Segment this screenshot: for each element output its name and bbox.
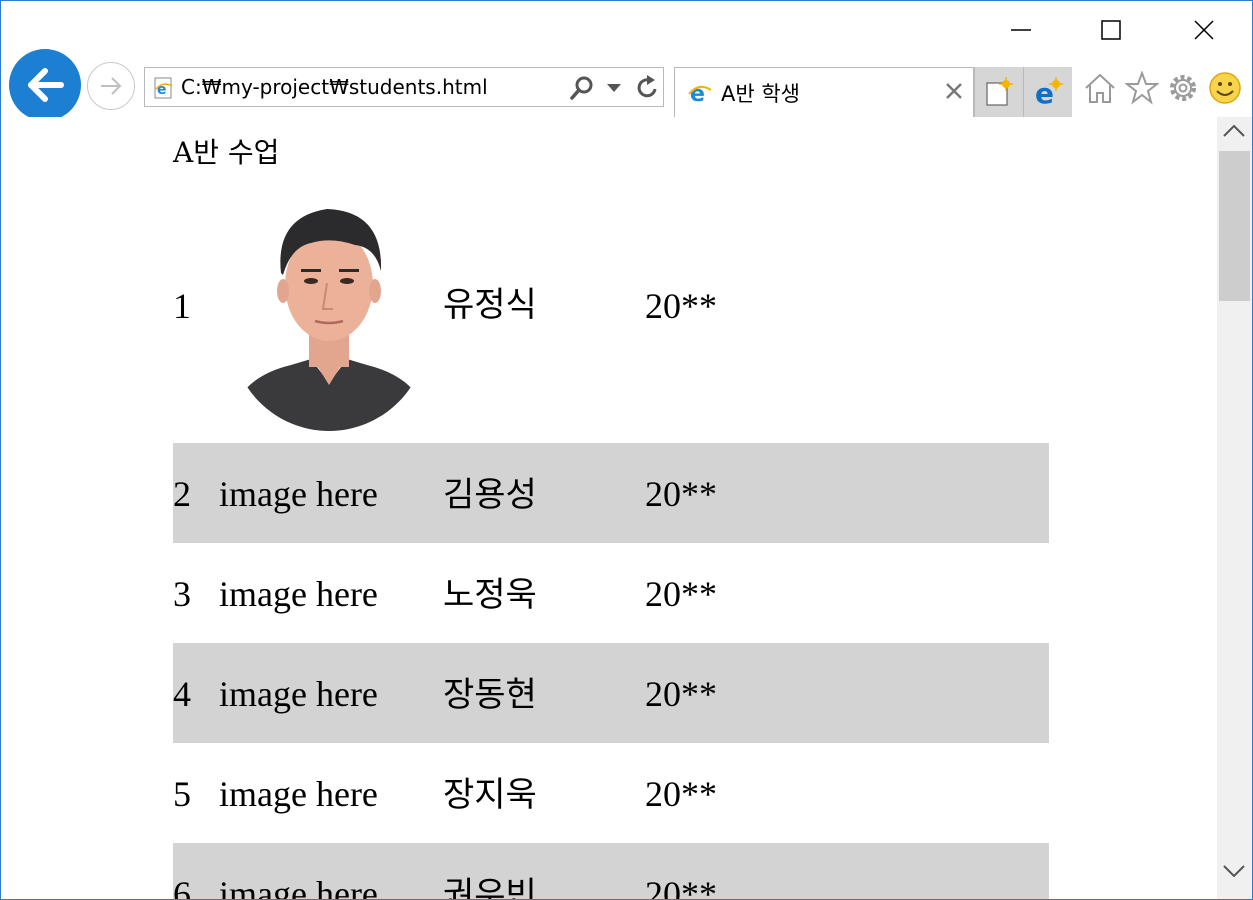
student-number: 2 — [173, 474, 191, 514]
search-icon[interactable] — [569, 75, 595, 101]
student-name: 장지욱 — [443, 775, 537, 815]
student-number: 3 — [173, 574, 191, 614]
back-button[interactable] — [9, 49, 81, 121]
address-bar[interactable]: e C:₩my-project₩students.html — [144, 67, 664, 107]
student-name: 권우빈 — [443, 875, 537, 899]
student-year: 20** — [645, 474, 717, 514]
image-placeholder: image here — [219, 474, 378, 514]
student-year: 20** — [645, 574, 717, 614]
table-row: 5 image here 장지욱 20** — [173, 743, 1049, 843]
tab-title: A반 학생 — [721, 82, 801, 106]
ie-page-icon: e — [154, 77, 173, 99]
student-name: 장동현 — [443, 675, 537, 715]
tab-students[interactable]: e A반 학생 — [674, 67, 974, 117]
new-tab-icon — [986, 77, 1013, 106]
address-input[interactable]: C:₩my-project₩students.html — [181, 75, 488, 99]
table-row: 3 image here 노정욱 20** — [173, 543, 1049, 643]
new-tab-button[interactable] — [974, 67, 1023, 117]
student-name: 김용성 — [443, 475, 537, 515]
forward-arrow-icon — [101, 77, 122, 95]
home-icon[interactable] — [1083, 71, 1117, 105]
student-photo — [231, 209, 427, 431]
open-edge-button[interactable]: e — [1023, 67, 1072, 117]
image-placeholder: image here — [219, 674, 378, 714]
student-name: 유정식 — [443, 285, 537, 325]
student-year: 20** — [645, 286, 717, 326]
student-number: 6 — [173, 874, 191, 899]
back-arrow-icon — [28, 68, 64, 102]
minimize-icon — [1011, 29, 1031, 31]
student-number: 4 — [173, 674, 191, 714]
minimize-button[interactable] — [975, 1, 1067, 59]
close-icon — [1194, 20, 1214, 40]
page-content: A반 수업 1 유정식 20** 2 image here 김용성 20** 3… — [1, 117, 1217, 899]
table-row: 4 image here 장동현 20** — [173, 643, 1049, 743]
page-title: A반 수업 — [173, 136, 280, 169]
table-row: 2 image here 김용성 20** — [173, 443, 1049, 543]
image-placeholder: image here — [219, 574, 378, 614]
scrollbar-thumb[interactable] — [1219, 151, 1250, 301]
scroll-down-icon[interactable] — [1223, 865, 1245, 879]
forward-button[interactable] — [87, 62, 135, 110]
gear-icon[interactable] — [1166, 71, 1200, 105]
student-number: 5 — [173, 774, 191, 814]
star-icon[interactable] — [1125, 71, 1159, 105]
svg-text:e: e — [690, 82, 705, 106]
tab-close-icon[interactable] — [945, 82, 963, 100]
student-year: 20** — [645, 874, 717, 899]
table-row: 6 image here 권우빈 20** — [173, 843, 1049, 899]
dropdown-icon[interactable] — [607, 84, 621, 92]
table-row: 1 유정식 20** — [173, 173, 1049, 443]
smiley-icon[interactable] — [1208, 71, 1242, 105]
student-name: 노정욱 — [443, 575, 537, 615]
scroll-up-icon[interactable] — [1223, 123, 1245, 137]
svg-text:e: e — [1035, 77, 1054, 107]
ie-logo-icon: e — [688, 82, 712, 106]
refresh-icon[interactable] — [635, 75, 659, 101]
maximize-button[interactable] — [1065, 1, 1157, 59]
student-year: 20** — [645, 674, 717, 714]
close-window-button[interactable] — [1158, 1, 1250, 59]
image-placeholder: image here — [219, 774, 378, 814]
vertical-scrollbar[interactable] — [1217, 117, 1252, 899]
student-year: 20** — [645, 774, 717, 814]
student-number: 1 — [173, 286, 191, 326]
edge-icon: e — [1035, 77, 1063, 107]
browser-window: e C:₩my-project₩students.html e A반 학생 e … — [0, 0, 1253, 900]
maximize-icon — [1101, 20, 1121, 40]
image-placeholder: image here — [219, 874, 378, 899]
